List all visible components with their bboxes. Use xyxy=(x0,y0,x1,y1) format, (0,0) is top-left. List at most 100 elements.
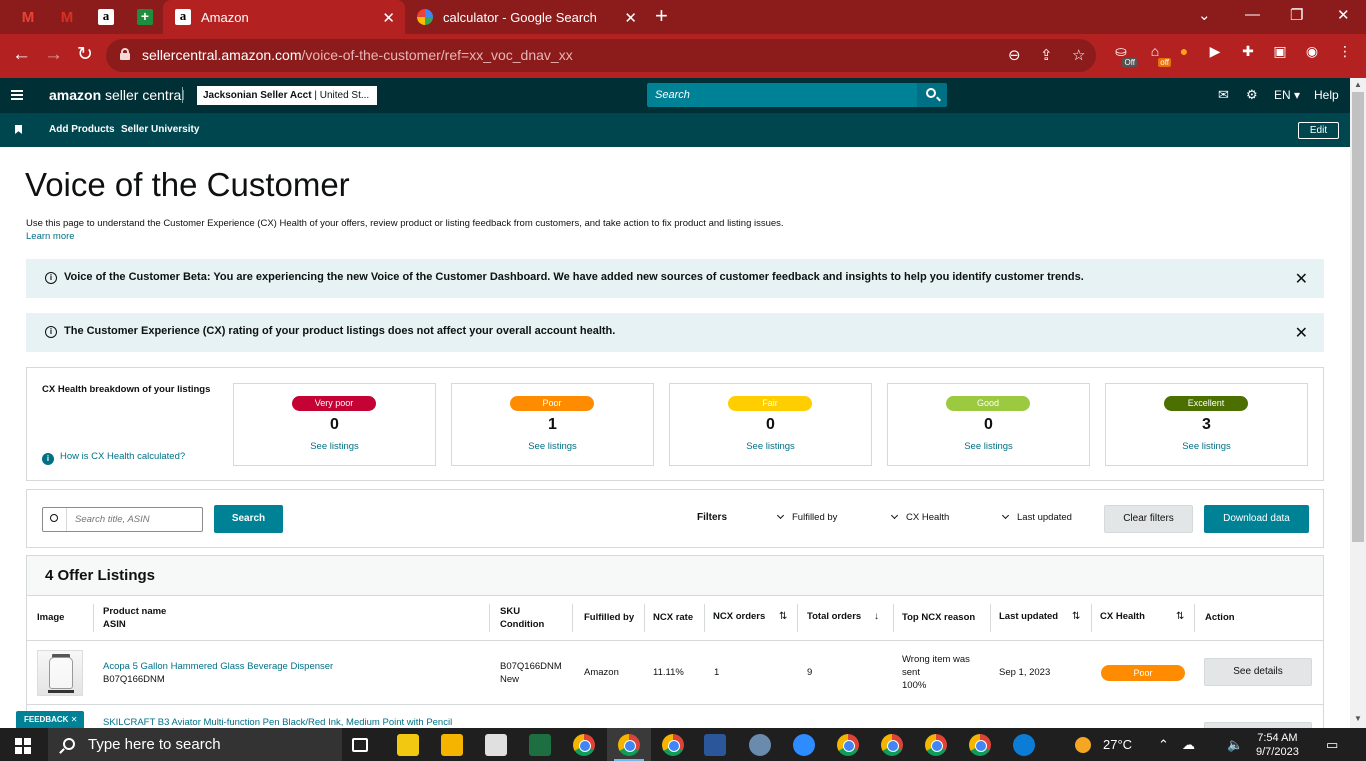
extension-icon[interactable]: ⛀ Off xyxy=(1111,43,1137,67)
minimize-icon[interactable]: — xyxy=(1245,6,1260,23)
chrome-icon[interactable] xyxy=(618,734,640,756)
new-tab-icon[interactable]: + xyxy=(655,5,668,27)
share-icon[interactable]: ⇪ xyxy=(1040,46,1053,64)
profile-avatar-icon[interactable]: ◉ xyxy=(1302,43,1322,63)
extension-orange-icon[interactable]: ● xyxy=(1174,43,1194,63)
gear-icon[interactable]: ⚙ xyxy=(1246,87,1258,103)
column-product-name[interactable]: Product name ASIN xyxy=(103,605,166,631)
help-link[interactable]: Help xyxy=(1314,88,1339,102)
task-view-icon[interactable] xyxy=(352,738,368,752)
side-panel-icon[interactable]: ▣ xyxy=(1270,43,1290,63)
product-name-link[interactable]: Acopa 5 Gallon Hammered Glass Beverage D… xyxy=(103,660,333,673)
chevron-up-icon[interactable]: ⌃ xyxy=(1158,737,1169,753)
download-data-button[interactable]: Download data xyxy=(1204,505,1309,533)
system-clock[interactable]: 7:54 AM 9/7/2023 xyxy=(1256,731,1299,759)
zoom-app-icon[interactable] xyxy=(793,734,815,756)
sort-descending-icon[interactable]: ↓ xyxy=(874,611,879,622)
column-sku[interactable]: SKU Condition xyxy=(500,605,544,631)
weather-temp[interactable]: 27°C xyxy=(1103,737,1132,752)
see-listings-link[interactable]: See listings xyxy=(452,441,653,452)
volume-icon[interactable]: 🔈 xyxy=(1227,737,1243,753)
url-text[interactable]: sellercentral.amazon.com/voice-of-the-cu… xyxy=(142,47,573,63)
fulfilled-by-dropdown[interactable]: Fulfilled by xyxy=(776,511,837,523)
product-image[interactable] xyxy=(37,650,83,696)
column-fulfilled-by[interactable]: Fulfilled by xyxy=(584,611,634,624)
language-selector[interactable]: EN ▾ xyxy=(1274,88,1300,102)
close-tab-icon[interactable]: ✕ xyxy=(624,9,637,27)
hamburger-menu-icon[interactable] xyxy=(11,90,23,100)
network-icon[interactable]: ☁ xyxy=(1182,737,1195,753)
reload-icon[interactable]: ↻ xyxy=(77,44,93,66)
search-button[interactable]: Search xyxy=(214,505,283,533)
see-listings-link[interactable]: See listings xyxy=(888,441,1089,452)
extensions-puzzle-icon[interactable]: ✚ xyxy=(1238,43,1258,63)
column-cx-health[interactable]: CX Health xyxy=(1100,610,1145,623)
windows-start-icon[interactable] xyxy=(15,738,31,754)
edit-nav-button[interactable]: Edit xyxy=(1298,122,1339,139)
address-bar[interactable]: sellercentral.amazon.com/voice-of-the-cu… xyxy=(106,39,1096,72)
tab-amazon[interactable]: a Amazon ✕ xyxy=(163,0,405,34)
page-scrollbar[interactable]: ▲ ▼ xyxy=(1350,78,1366,728)
close-tab-icon[interactable]: ✕ xyxy=(382,9,395,27)
zoom-icon[interactable]: ⊖ xyxy=(1008,46,1021,64)
see-listings-link[interactable]: See listings xyxy=(1106,441,1307,452)
sticky-notes-icon[interactable] xyxy=(397,734,419,756)
add-products-link[interactable]: Add Products xyxy=(49,124,115,135)
scroll-down-icon[interactable]: ▼ xyxy=(1354,714,1362,723)
excel-icon[interactable] xyxy=(529,734,551,756)
amazon-tab-icon[interactable]: a xyxy=(94,5,118,29)
seller-central-logo[interactable]: amazon seller central xyxy=(49,87,184,103)
tab-search-chevron-icon[interactable]: ⌄ xyxy=(1198,6,1211,24)
chrome-icon[interactable] xyxy=(573,734,595,756)
bookmark-icon[interactable] xyxy=(15,125,22,134)
cx-health-calculation-link[interactable]: i How is CX Health calculated? xyxy=(42,451,185,465)
learn-more-link[interactable]: Learn more xyxy=(26,231,75,242)
scroll-thumb[interactable] xyxy=(1352,92,1364,542)
app-icon[interactable] xyxy=(749,734,771,756)
account-switcher[interactable]: Jacksonian Seller Acct | United St... xyxy=(197,86,377,105)
app-icon[interactable] xyxy=(485,734,507,756)
last-updated-dropdown[interactable]: Last updated xyxy=(1001,511,1072,523)
chrome-icon[interactable] xyxy=(662,734,684,756)
scroll-up-icon[interactable]: ▲ xyxy=(1354,80,1362,89)
extension-icon[interactable]: ⌂ off xyxy=(1145,43,1171,67)
chrome-icon[interactable] xyxy=(881,734,903,756)
weather-icon[interactable] xyxy=(1075,737,1091,753)
close-icon[interactable]: ✕ xyxy=(71,715,78,724)
column-ncx-rate[interactable]: NCX rate xyxy=(653,611,693,624)
tab-google-search[interactable]: calculator - Google Search ✕ xyxy=(405,0,647,34)
close-window-icon[interactable]: ✕ xyxy=(1337,6,1350,24)
column-last-updated[interactable]: Last updated xyxy=(999,610,1058,623)
sort-icon[interactable]: ⇅ xyxy=(1176,611,1184,622)
word-icon[interactable] xyxy=(704,734,726,756)
close-icon[interactable]: ✕ xyxy=(1295,323,1308,343)
back-icon[interactable]: ← xyxy=(12,44,31,66)
sort-icon[interactable]: ⇅ xyxy=(1072,611,1080,622)
header-search-button[interactable] xyxy=(917,83,947,107)
close-icon[interactable]: ✕ xyxy=(1295,269,1308,289)
see-details-button[interactable]: See details xyxy=(1204,658,1312,686)
bookmark-star-icon[interactable]: ☆ xyxy=(1072,46,1085,64)
clear-filters-button[interactable]: Clear filters xyxy=(1104,505,1193,533)
file-explorer-icon[interactable] xyxy=(441,734,463,756)
column-ncx-orders[interactable]: NCX orders xyxy=(713,610,765,623)
see-listings-link[interactable]: See listings xyxy=(234,441,435,452)
feedback-button[interactable]: FEEDBACK ✕ xyxy=(16,711,84,728)
gmail-tab-icon[interactable]: M xyxy=(55,5,79,29)
header-search-input[interactable] xyxy=(647,83,917,107)
restore-icon[interactable]: ❐ xyxy=(1290,6,1303,24)
seller-university-link[interactable]: Seller University xyxy=(121,124,199,135)
cx-health-dropdown[interactable]: CX Health xyxy=(890,511,949,523)
menu-kebab-icon[interactable]: ⋮ xyxy=(1335,43,1355,63)
notifications-icon[interactable]: ▭ xyxy=(1326,737,1338,753)
edge-icon[interactable] xyxy=(1013,734,1035,756)
mail-icon[interactable]: ✉ xyxy=(1218,87,1229,103)
see-listings-link[interactable]: See listings xyxy=(670,441,871,452)
forward-icon[interactable]: → xyxy=(44,44,63,66)
sheets-tab-icon[interactable]: + xyxy=(133,5,157,29)
sort-icon[interactable]: ⇅ xyxy=(779,611,787,622)
listing-search-input[interactable] xyxy=(69,508,199,531)
column-total-orders[interactable]: Total orders xyxy=(807,610,861,623)
taskbar-search[interactable]: Type here to search xyxy=(48,728,342,761)
chrome-icon[interactable] xyxy=(837,734,859,756)
